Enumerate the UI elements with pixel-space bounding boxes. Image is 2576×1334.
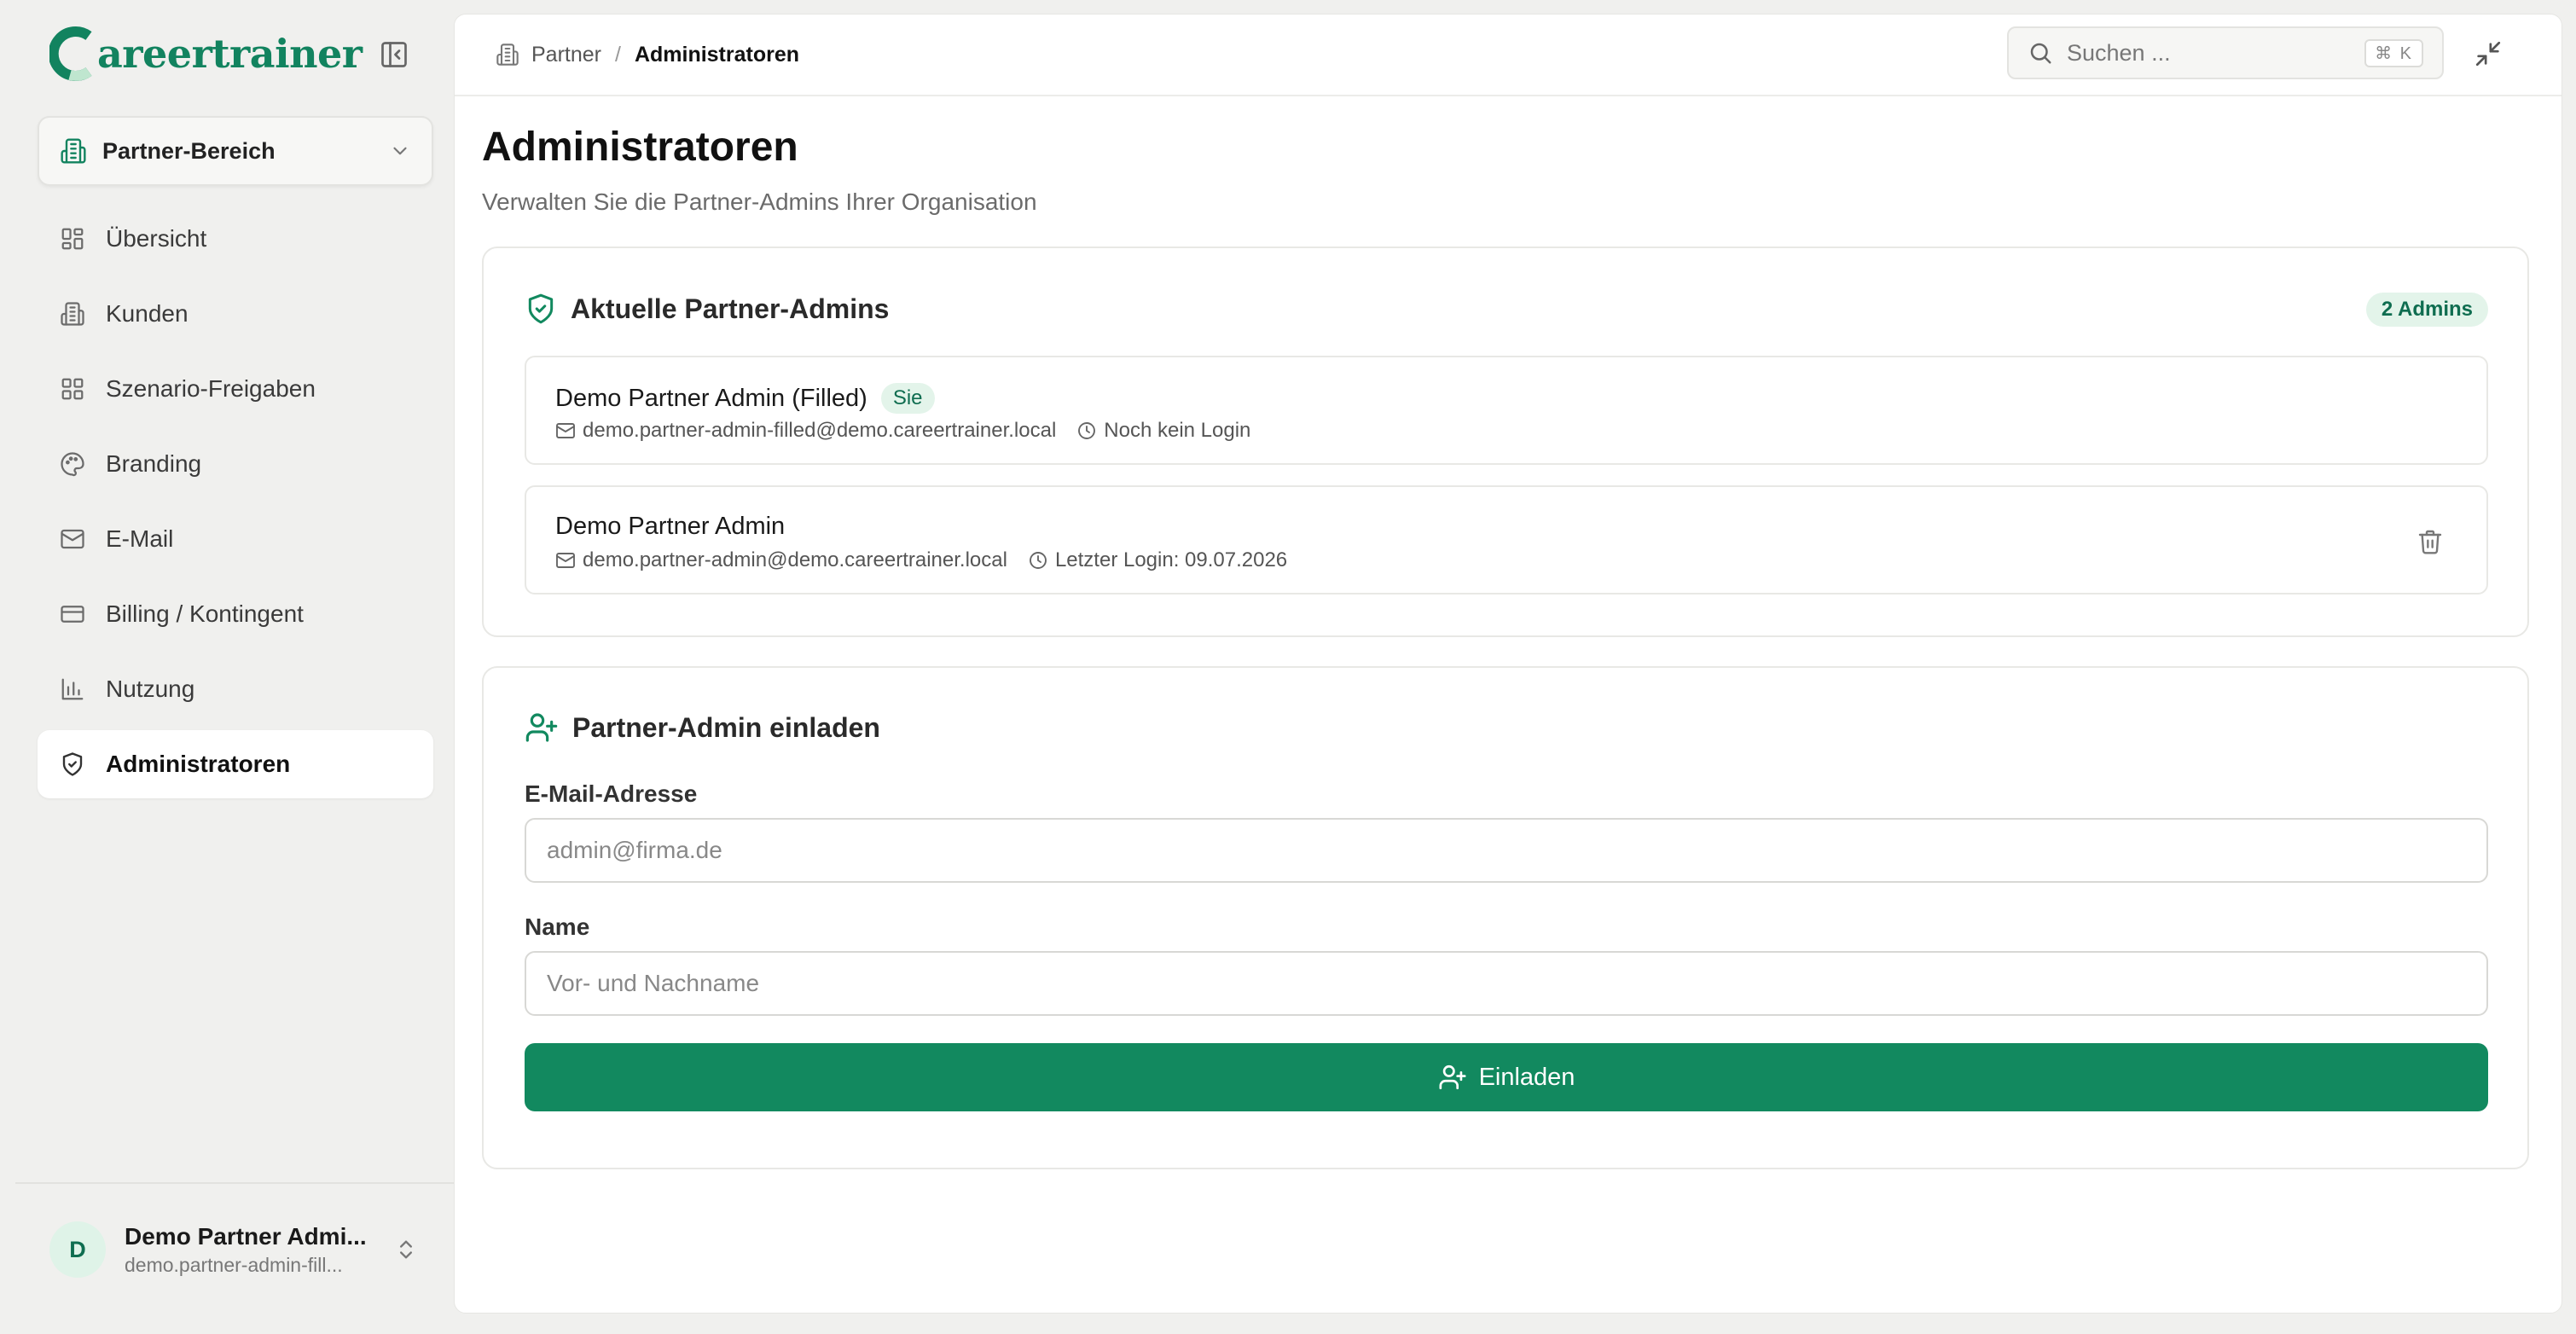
search-icon (2030, 43, 2051, 64)
clock-icon (1076, 420, 1097, 441)
sidebar-item-label: Billing / Kontingent (106, 600, 304, 627)
main-content: Partner / Administratoren ⌘ K Administra… (454, 14, 2562, 1314)
brand-logo[interactable]: areertrainer (49, 24, 363, 84)
layout-grid-icon (58, 374, 87, 403)
page-title: Administratoren (482, 125, 798, 170)
mail-icon (555, 550, 576, 571)
trash-icon (2418, 530, 2442, 554)
credit-card-icon (58, 600, 87, 629)
building-icon (58, 299, 87, 328)
sidebar-item-label: Branding (106, 450, 202, 477)
breadcrumb-current: Administratoren (634, 42, 800, 67)
search-shortcut-hint: ⌘ K (2364, 38, 2423, 67)
sidebar-item-label: Übersicht (106, 225, 207, 252)
current-user-badge: Sie (880, 383, 935, 414)
breadcrumb-parent-link[interactable]: Partner (531, 43, 601, 67)
shield-check-icon (528, 293, 554, 324)
search-input[interactable] (2067, 39, 2365, 67)
minimize-icon (2475, 41, 2501, 67)
user-info: Demo Partner Admi... demo.partner-admin-… (125, 1223, 372, 1277)
admin-meta: demo.partner-admin@demo.careertrainer.lo… (555, 548, 1287, 572)
sidebar-item-email[interactable]: E-Mail (38, 505, 433, 573)
area-select[interactable]: Partner-Bereich (38, 116, 433, 186)
mail-icon (555, 420, 576, 441)
logo-text: areertrainer (97, 31, 363, 77)
name-field[interactable] (525, 951, 2488, 1016)
sidebar-item-billing[interactable]: Billing / Kontingent (38, 580, 433, 648)
building-icon (61, 138, 86, 164)
sidebar-item-label: E-Mail (106, 525, 174, 552)
page-subtitle: Verwalten Sie die Partner-Admins Ihrer O… (482, 188, 1037, 215)
mail-icon (58, 525, 87, 554)
shield-check-icon (58, 750, 87, 779)
minimize-button[interactable] (2469, 35, 2507, 72)
chevron-down-icon (393, 147, 407, 155)
collapse-sidebar-button[interactable] (375, 36, 413, 73)
breadcrumb-separator: / (614, 42, 621, 67)
email-field[interactable] (525, 818, 2488, 883)
area-select-label: Partner-Bereich (102, 137, 276, 164)
sidebar-nav: Übersicht Kunden Szenario-Freigaben Bran… (38, 205, 433, 805)
user-plus-icon (1439, 1064, 1466, 1090)
sidebar-item-label: Nutzung (106, 676, 195, 702)
admin-last-login: Letzter Login: 09.07.2026 (1054, 548, 1288, 571)
invite-button[interactable]: Einladen (525, 1043, 2488, 1111)
admin-name-line: Demo Partner Admin (555, 513, 785, 541)
admin-row: Demo Partner Admin demo.partner-admin@de… (525, 485, 2488, 594)
user-menu[interactable]: D Demo Partner Admi... demo.partner-admi… (38, 1211, 433, 1288)
sidebar-item-label: Administratoren (106, 751, 291, 777)
admin-meta: demo.partner-admin-filled@demo.careertra… (555, 419, 1250, 443)
admin-email: demo.partner-admin-filled@demo.careertra… (583, 419, 1057, 442)
card-title: Aktuelle Partner-Admins (571, 293, 890, 324)
admin-row: Demo Partner Admin (Filled) Sie demo.par… (525, 356, 2488, 465)
logo-mark-icon (49, 26, 92, 81)
layout-grid-icon (58, 224, 87, 253)
admin-email: demo.partner-admin@demo.careertrainer.lo… (583, 548, 1007, 571)
invite-button-label: Einladen (1478, 1063, 1575, 1091)
delete-admin-button[interactable] (2413, 525, 2447, 559)
user-plus-icon (525, 713, 558, 742)
clock-icon (1028, 550, 1048, 571)
admin-last-login: Noch kein Login (1104, 419, 1251, 442)
invite-admin-card: Partner-Admin einladen E-Mail-Adresse Na… (482, 666, 2529, 1169)
sidebar-item-uebersicht[interactable]: Übersicht (38, 205, 433, 273)
email-field-label: E-Mail-Adresse (525, 780, 698, 807)
topbar: Partner / Administratoren ⌘ K (455, 14, 2561, 96)
bar-chart-icon (58, 675, 87, 704)
admin-name: Demo Partner Admin (Filled) (555, 384, 867, 412)
current-admins-card: Aktuelle Partner-Admins 2 Admins Demo Pa… (482, 246, 2529, 637)
admin-name-line: Demo Partner Admin (Filled) Sie (555, 383, 935, 414)
user-email: demo.partner-admin-fill... (125, 1253, 343, 1276)
panel-left-close-icon (381, 42, 407, 67)
search-box[interactable]: ⌘ K (2007, 26, 2444, 79)
sidebar-item-administratoren[interactable]: Administratoren (38, 730, 433, 798)
sidebar-item-nutzung[interactable]: Nutzung (38, 655, 433, 723)
palette-icon (58, 450, 87, 478)
name-field-label: Name (525, 914, 590, 940)
chevrons-up-down-icon (400, 1240, 412, 1259)
sidebar-divider (15, 1182, 454, 1184)
sidebar-item-label: Kunden (106, 300, 189, 327)
card-header: Aktuelle Partner-Admins (525, 293, 889, 325)
breadcrumb: Partner / Administratoren (496, 43, 799, 67)
sidebar: areertrainer Partner-Bereich Übersicht K… (0, 0, 454, 1334)
user-name: Demo Partner Admi... (125, 1222, 367, 1250)
sidebar-item-kunden[interactable]: Kunden (38, 280, 433, 348)
sidebar-item-branding[interactable]: Branding (38, 430, 433, 498)
admin-count-badge: 2 Admins (2365, 293, 2488, 327)
sidebar-item-label: Szenario-Freigaben (106, 375, 316, 402)
card-title: Partner-Admin einladen (572, 711, 880, 743)
admin-name: Demo Partner Admin (555, 513, 786, 540)
building-icon (496, 44, 519, 66)
card-header: Partner-Admin einladen (525, 710, 880, 745)
sidebar-item-szenario-freigaben[interactable]: Szenario-Freigaben (38, 355, 433, 423)
avatar: D (49, 1221, 106, 1278)
